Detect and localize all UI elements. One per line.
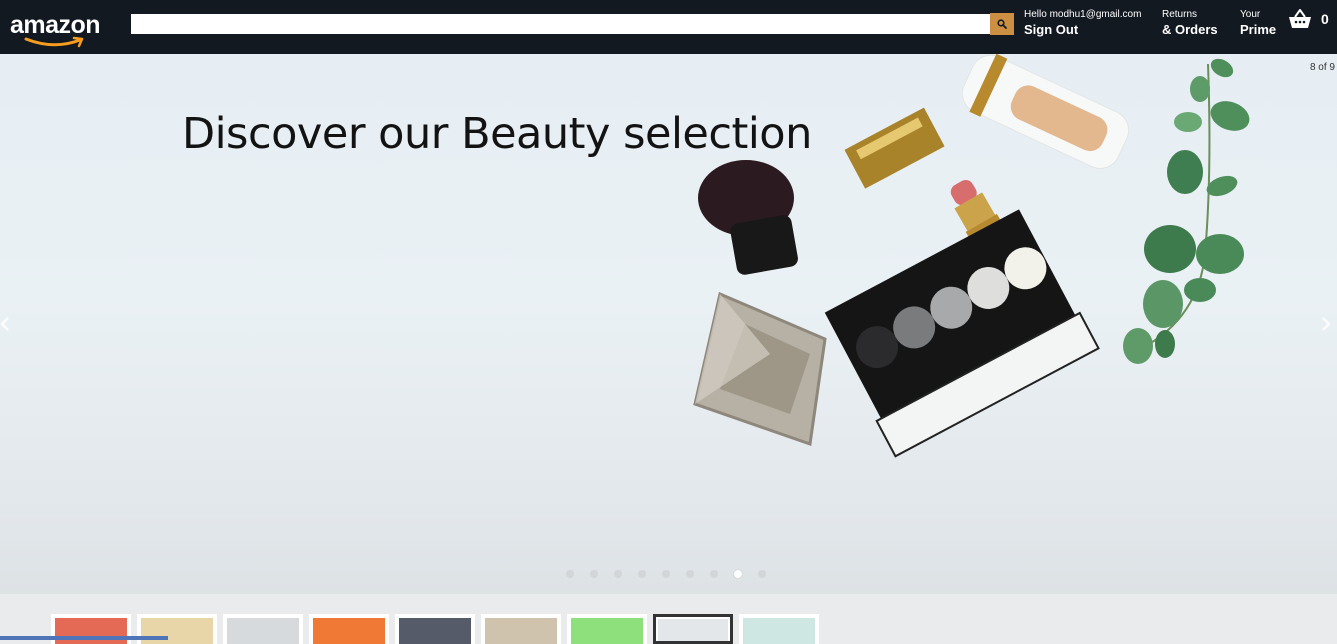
cart-button[interactable]: 0 <box>1288 7 1336 33</box>
thumbnail-image <box>571 618 643 644</box>
chevron-left-icon[interactable] <box>0 316 16 336</box>
top-navigation-bar: amazon Hello modhu1@gmail.com Sign Out R… <box>0 0 1337 54</box>
thumbnail-strip <box>0 594 1337 644</box>
account-sign-out[interactable]: Hello modhu1@gmail.com Sign Out <box>1024 8 1141 39</box>
eyeshadow-palette <box>824 209 1100 458</box>
thumbnail-image <box>743 618 815 644</box>
your-prime-link[interactable]: Your Prime <box>1240 8 1276 39</box>
carousel-dot[interactable] <box>638 570 646 578</box>
orders-label: & Orders <box>1162 22 1218 37</box>
carousel-dot[interactable] <box>614 570 622 578</box>
beauty-products-image <box>693 54 1250 458</box>
search-input[interactable] <box>131 14 990 34</box>
makeup-brush <box>698 160 798 275</box>
search-button[interactable] <box>990 13 1014 35</box>
cart-count: 0 <box>1321 11 1329 27</box>
carousel-dot[interactable] <box>566 570 574 578</box>
account-greeting: Hello modhu1@gmail.com <box>1024 9 1142 20</box>
thumbnail-image <box>227 618 299 644</box>
foundation-bottle <box>961 54 1130 169</box>
basket-icon <box>1289 9 1311 28</box>
chevron-right-icon[interactable] <box>1321 316 1337 336</box>
returns-orders-link[interactable]: Returns & Orders <box>1162 8 1218 39</box>
thumbnail-image <box>313 618 385 644</box>
carousel-dot[interactable] <box>758 570 766 578</box>
thumbnail-image <box>55 618 127 644</box>
sign-out-link[interactable]: Sign Out <box>1024 21 1141 39</box>
carousel-dot[interactable] <box>662 570 670 578</box>
thumbnail-image <box>399 618 471 644</box>
carousel-dot[interactable] <box>710 570 718 578</box>
thumbnail-image <box>658 619 728 641</box>
thumbnail-image <box>485 618 557 644</box>
carousel-dot[interactable] <box>590 570 598 578</box>
amazon-logo[interactable]: amazon <box>10 9 112 48</box>
smile-arrow-icon <box>24 36 84 48</box>
powder-compact <box>693 291 827 447</box>
prime-line1: Your <box>1240 9 1261 20</box>
eucalyptus-leaves <box>1123 58 1250 364</box>
hero-carousel[interactable]: Discover our Beauty selection 8 of 9 <box>0 54 1337 594</box>
carousel-dot[interactable] <box>686 570 694 578</box>
search-icon <box>997 19 1007 29</box>
chat-widget-tab[interactable] <box>0 636 168 640</box>
lipstick-cap <box>844 107 945 189</box>
thumbnail-image <box>141 618 213 644</box>
carousel-dot[interactable] <box>734 570 742 578</box>
returns-label: Returns <box>1162 9 1198 20</box>
prime-line2: Prime <box>1240 22 1277 37</box>
